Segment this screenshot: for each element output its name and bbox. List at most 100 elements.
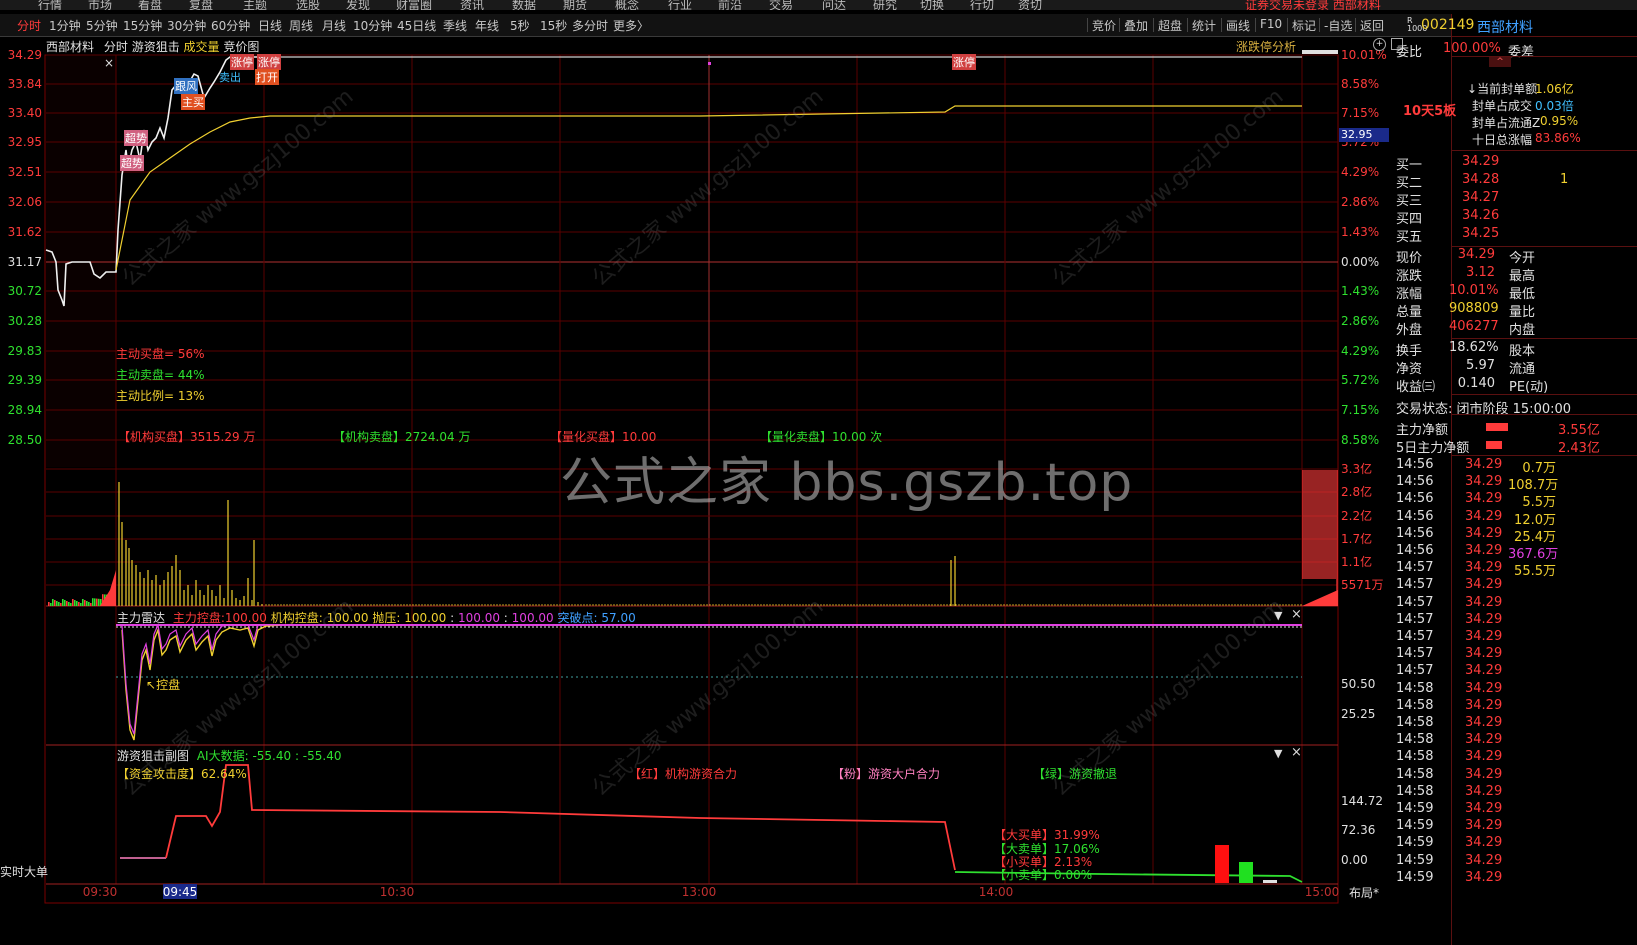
price-tick-right: 0.00% — [1341, 255, 1379, 269]
sub-tick: 0.00 — [1341, 853, 1368, 867]
menubar-item[interactable]: 期货 — [563, 0, 587, 10]
menubar-item[interactable]: 行业 — [668, 0, 692, 10]
menubar-item[interactable]: 复盘 — [189, 0, 213, 10]
menubar-item[interactable]: 交易 — [769, 0, 793, 10]
toolbar-separator — [1153, 18, 1154, 32]
menubar-item[interactable]: 问达 — [822, 0, 846, 10]
tick-price: 34.29 — [1465, 835, 1503, 851]
toolbar-button[interactable]: 竞价 — [1092, 17, 1116, 34]
radar-pressure: 抛压: 100.00 — [372, 611, 447, 625]
bid-label: 买四 — [1396, 212, 1423, 227]
menubar-item[interactable]: 切换 — [920, 0, 944, 10]
menubar-item[interactable]: 市场 — [88, 0, 112, 10]
price-tick-left: 34.29 — [8, 48, 42, 62]
price-tick-left: 32.95 — [8, 135, 42, 149]
menubar-item[interactable]: 行切 — [970, 0, 994, 10]
tick-price: 34.29 — [1465, 749, 1503, 765]
chart-toolbar: 竞价 叠加 超盘 统计 画线 F10 标记 -自选 返回 — [0, 14, 1451, 36]
limit-analysis-link[interactable]: 涨跌停分析 — [1236, 38, 1296, 55]
cursor-price-box: 32.95 — [1339, 128, 1389, 142]
toolbar-button[interactable]: 标记 — [1292, 17, 1316, 34]
header-item-volume[interactable]: 成交量 — [184, 40, 220, 54]
panel-divider — [1451, 150, 1637, 151]
stat2-value: 0.140 — [1457, 376, 1495, 391]
attack-label: 【资金攻击度】62.64% — [117, 767, 247, 781]
tick-price: 34.29 — [1465, 560, 1503, 576]
layout-button[interactable]: 布局* — [1349, 884, 1379, 901]
time-tick: 13:00 — [682, 885, 717, 899]
stat-label: 总量 — [1396, 305, 1423, 320]
cursor-dot — [708, 62, 711, 65]
toolbar-button[interactable]: 画线 — [1226, 17, 1250, 34]
toolbar-button[interactable]: F10 — [1260, 17, 1282, 31]
price-tick-right: 4.29% — [1341, 165, 1379, 179]
auction-volume-bar — [84, 600, 86, 606]
auction-volume-bar — [64, 600, 66, 606]
radar-close-icon[interactable]: × — [1291, 607, 1302, 622]
seal-deal-value: 0.03倍 — [1535, 99, 1574, 113]
tick-price: 34.29 — [1465, 491, 1503, 507]
panel-divider — [1451, 36, 1637, 37]
toolbar-button[interactable]: -自选 — [1324, 17, 1352, 34]
tick-volume: 367.6万 — [1508, 547, 1559, 562]
stat-label: 涨幅 — [1396, 287, 1423, 302]
tick-time: 14:59 — [1396, 852, 1434, 868]
menubar-item[interactable]: 数据 — [512, 0, 536, 10]
menubar-item[interactable]: 前沿 — [718, 0, 742, 10]
big-buy-bar — [1215, 845, 1229, 883]
tick-time: 14:57 — [1396, 577, 1434, 593]
sub-close-icon[interactable]: × — [1291, 745, 1302, 760]
header-item-youzi[interactable]: 游资狙击 — [132, 40, 180, 54]
panel-divider — [1451, 246, 1637, 247]
header-item-auction[interactable]: 竞价图 — [223, 40, 259, 54]
menubar-item[interactable]: 研究 — [873, 0, 897, 10]
price-tick-right: 7.15% — [1341, 106, 1379, 120]
radar-header: 主力雷达 主力控盘:100.00 机构控盘: 100.00 抛压: 100.00… — [117, 611, 636, 625]
toolbar-button[interactable]: 超盘 — [1158, 17, 1182, 34]
tick-time: 14:58 — [1396, 680, 1434, 696]
radar-main-value: 100.00 — [224, 611, 267, 625]
menubar-item[interactable]: 选股 — [296, 0, 320, 10]
menubar-item[interactable]: 资讯 — [460, 0, 484, 10]
auction-volume-bar — [72, 599, 74, 606]
close-annotation-icon[interactable]: × — [104, 56, 114, 70]
inst-buy-label: 【机构买盘】3515.29 万 — [118, 430, 256, 444]
collapse-button[interactable]: ^ — [1489, 57, 1511, 67]
radar-dropdown-icon[interactable]: ▼ — [1274, 609, 1282, 622]
stat-value: 908809 — [1449, 301, 1499, 316]
menubar-item[interactable]: 发现 — [346, 0, 370, 10]
preauction-shade — [46, 55, 116, 467]
chart-add-icon[interactable]: + — [1373, 38, 1386, 51]
stat-right-label: 最高 — [1509, 269, 1536, 284]
menubar-item[interactable]: 看盘 — [138, 0, 162, 10]
toolbar-button[interactable]: 返回 — [1360, 17, 1384, 34]
bid-price: 34.29 — [1462, 154, 1500, 169]
volume-tick: 2.8亿 — [1341, 484, 1372, 499]
auction-volume-bar — [56, 601, 58, 606]
seal-amount-label: ↓当前封单额 — [1467, 82, 1538, 96]
menubar-item[interactable]: 资切 — [1018, 0, 1042, 10]
sub-dropdown-icon[interactable]: ▼ — [1274, 747, 1282, 760]
volume-tick: 3.3亿 — [1341, 461, 1372, 476]
tick-price: 34.29 — [1465, 869, 1503, 885]
auction-volume-bar — [58, 602, 60, 606]
tick-time: 14:58 — [1396, 697, 1434, 713]
menubar-item[interactable]: 行情 — [38, 0, 62, 10]
menubar-item[interactable]: 主题 — [243, 0, 267, 10]
board-count: 10天5板 — [1403, 104, 1457, 119]
menubar-item[interactable]: 概念 — [615, 0, 639, 10]
panel-divider — [1451, 455, 1637, 456]
toolbar-button[interactable]: 叠加 — [1124, 17, 1148, 34]
auction-volume-bar — [62, 599, 64, 606]
price-tick-right: 2.86% — [1341, 314, 1379, 328]
toolbar-button[interactable]: 统计 — [1192, 17, 1216, 34]
auction-volume-bar — [68, 602, 70, 606]
panel-divider — [1451, 394, 1637, 395]
trend-tag: 超势 — [124, 130, 148, 146]
tick-time: 14:58 — [1396, 732, 1434, 748]
price-tick-left: 31.62 — [8, 225, 42, 239]
header-item-fenshi[interactable]: 分时 — [104, 40, 128, 54]
price-tick-left: 33.40 — [8, 106, 42, 120]
realtime-big-order[interactable]: 实时大单 — [0, 863, 48, 880]
menubar-item[interactable]: 财富圈 — [396, 0, 432, 10]
